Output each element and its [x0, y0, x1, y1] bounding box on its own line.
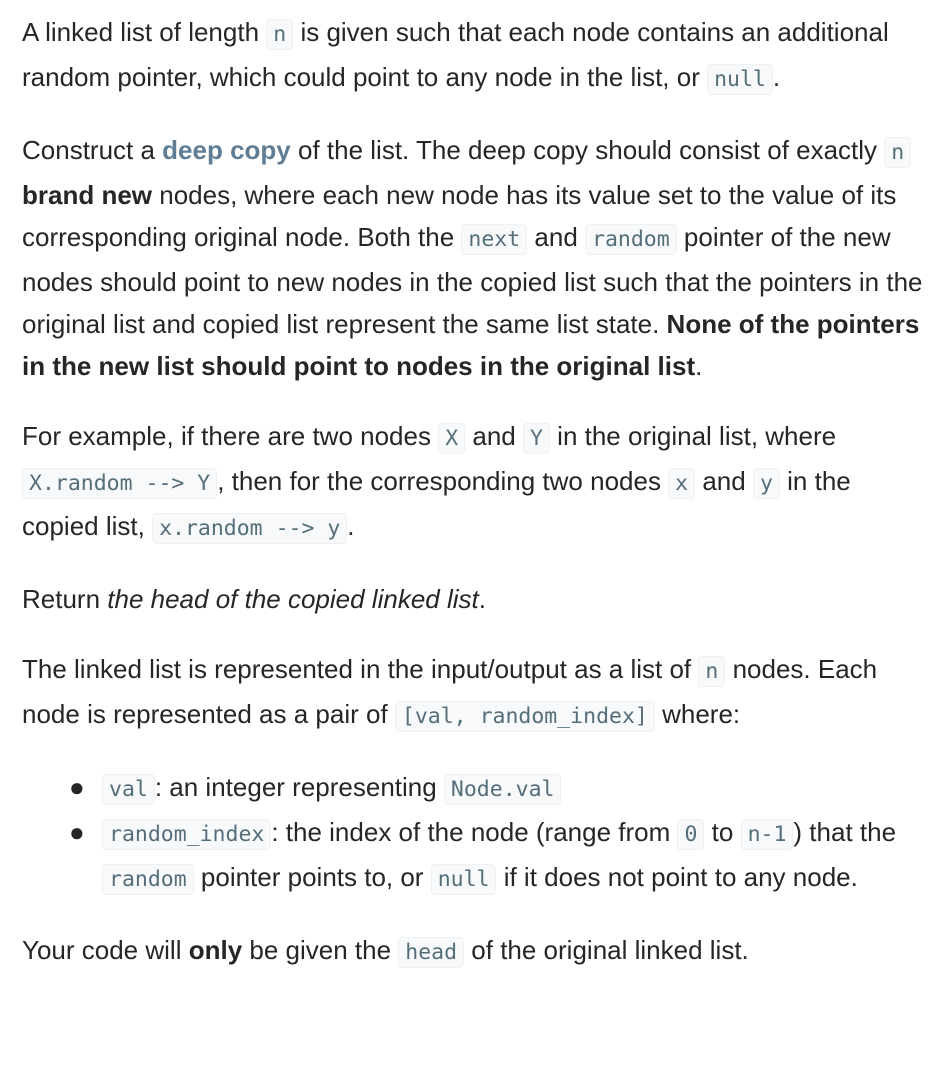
- text: : the index of the node (range from: [271, 817, 678, 847]
- inline-code: Node.val: [443, 774, 562, 805]
- inline-code: n: [698, 656, 726, 687]
- deep-copy-link[interactable]: deep copy: [162, 135, 291, 165]
- inline-code: random_index: [102, 819, 272, 850]
- representation-paragraph: The linked list is represented in the in…: [22, 648, 928, 738]
- inline-code: n: [884, 137, 912, 168]
- bullet-icon: ●: [69, 772, 85, 802]
- list-item: ● random_index: the index of the node (ra…: [69, 811, 928, 901]
- text: A linked list of length: [22, 17, 267, 47]
- text: and: [695, 466, 753, 496]
- text: .: [478, 584, 486, 614]
- inline-code: next: [461, 224, 528, 255]
- text: , then for the corresponding two nodes: [217, 466, 669, 496]
- inline-code: X: [438, 423, 466, 454]
- text: Return: [22, 584, 108, 614]
- field-list: ● val: an integer representing Node.val ●…: [22, 766, 928, 901]
- text: For example, if there are two nodes: [22, 421, 439, 451]
- text: and: [527, 222, 586, 252]
- text: Construct a: [22, 135, 163, 165]
- inline-code: n: [266, 19, 294, 50]
- inline-code: y: [752, 468, 780, 499]
- text: in the original list, where: [549, 421, 837, 451]
- inline-code: [val, random_index]: [394, 701, 655, 732]
- text: be given the: [242, 935, 399, 965]
- inline-code: val: [102, 774, 155, 805]
- intro-paragraph: A linked list of length n is given such …: [22, 11, 928, 101]
- text: pointer points to, or: [193, 862, 431, 892]
- text: The linked list is represented in the in…: [22, 654, 699, 684]
- deep-copy-paragraph: Construct a deep copy of the list. The d…: [22, 129, 928, 387]
- inline-code: x: [668, 468, 696, 499]
- text: ) that the: [793, 817, 897, 847]
- text: .: [347, 511, 355, 541]
- inline-code: 0: [677, 819, 705, 850]
- inline-code: head: [398, 937, 465, 968]
- text: to: [704, 817, 741, 847]
- text: of the list. The deep copy should consis…: [290, 135, 885, 165]
- bold-text: brand new: [22, 180, 153, 210]
- bullet-icon: ●: [69, 817, 85, 847]
- text: and: [465, 421, 523, 451]
- text: .: [772, 62, 781, 92]
- text: : an integer representing: [154, 772, 444, 802]
- text: if it does not point to any node.: [496, 862, 858, 892]
- inline-code: null: [707, 64, 773, 95]
- inline-code: Y: [522, 423, 550, 454]
- italic-text: the head of the copied linked list: [107, 584, 479, 614]
- problem-description: A linked list of length n is given such …: [22, 11, 928, 974]
- inline-code: random: [102, 864, 194, 895]
- bold-text: only: [188, 935, 243, 965]
- inline-code: null: [430, 864, 497, 895]
- inline-code: random: [585, 224, 677, 255]
- inline-code: n-1: [740, 819, 794, 850]
- text: Your code will: [22, 935, 189, 965]
- inline-code: x.random --> y: [152, 513, 348, 544]
- text: where:: [654, 699, 741, 729]
- text: .: [695, 351, 703, 381]
- list-item: ● val: an integer representing Node.val: [69, 766, 928, 811]
- inline-code: X.random --> Y: [22, 468, 218, 499]
- example-paragraph: For example, if there are two nodes X an…: [22, 415, 928, 550]
- text: of the original linked list.: [464, 935, 749, 965]
- head-paragraph: Your code will only be given the head of…: [22, 929, 928, 974]
- return-paragraph: Return the head of the copied linked lis…: [22, 578, 928, 620]
